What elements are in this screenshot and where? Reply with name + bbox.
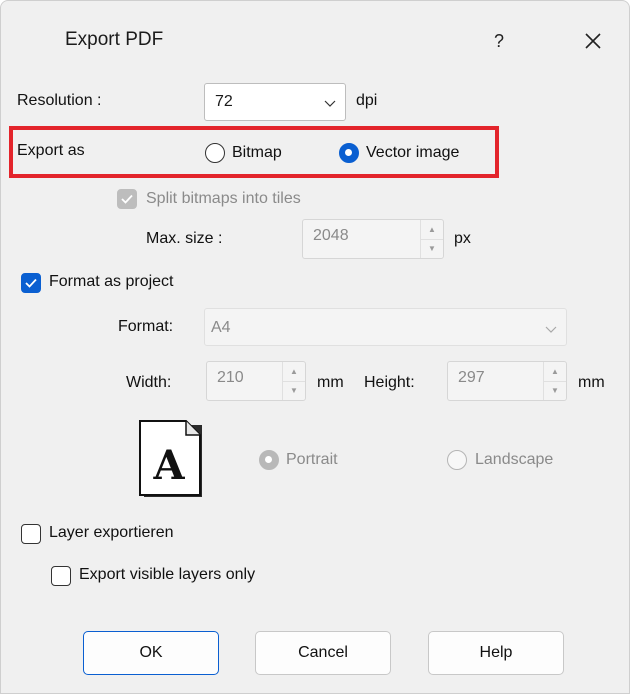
bitmap-radio-label[interactable]: Bitmap: [232, 144, 282, 162]
export-pdf-dialog: Export PDF ? Resolution : 72 dpi Export …: [0, 0, 630, 694]
layer-export-label[interactable]: Layer exportieren: [49, 524, 174, 542]
spin-up-icon[interactable]: ▲: [421, 220, 443, 240]
max-size-spinbox[interactable]: 2048 ▲ ▼: [302, 219, 444, 259]
max-size-unit: px: [454, 230, 471, 247]
format-as-project-label[interactable]: Format as project: [49, 273, 173, 291]
portrait-radio[interactable]: [259, 450, 279, 470]
export-as-label: Export as: [17, 142, 85, 159]
resolution-value: 72: [215, 93, 233, 110]
format-as-project-checkbox[interactable]: [21, 273, 41, 293]
resolution-label: Resolution :: [17, 92, 102, 109]
format-label: Format:: [118, 318, 174, 335]
help-button[interactable]: Help: [428, 631, 564, 675]
spin-down-icon[interactable]: ▼: [421, 239, 443, 258]
height-value: 297: [458, 369, 485, 386]
split-tiles-label: Split bitmaps into tiles: [146, 190, 301, 207]
resolution-dropdown[interactable]: 72: [204, 83, 346, 121]
vector-image-radio-label[interactable]: Vector image: [366, 144, 459, 162]
landscape-radio[interactable]: [447, 450, 467, 470]
ok-button[interactable]: OK: [83, 631, 219, 675]
cancel-button[interactable]: Cancel: [255, 631, 391, 675]
layer-export-checkbox[interactable]: [21, 524, 41, 544]
chevron-down-icon: [544, 322, 558, 341]
width-value: 210: [217, 369, 244, 386]
format-dropdown[interactable]: A4: [204, 308, 567, 346]
vector-image-radio[interactable]: [339, 143, 359, 163]
visible-layers-label[interactable]: Export visible layers only: [79, 566, 255, 584]
help-icon[interactable]: ?: [479, 21, 519, 61]
width-label: Width:: [126, 374, 172, 391]
width-unit: mm: [317, 374, 344, 391]
height-unit: mm: [578, 374, 605, 391]
max-size-label: Max. size :: [146, 230, 223, 247]
height-spinbox[interactable]: 297 ▲ ▼: [447, 361, 567, 401]
dialog-title: Export PDF: [65, 29, 164, 50]
split-tiles-checkbox[interactable]: [117, 189, 137, 209]
max-size-value: 2048: [313, 227, 349, 244]
spin-up-icon[interactable]: ▲: [544, 362, 566, 382]
title-bar: Export PDF ?: [1, 1, 629, 83]
width-spinbox[interactable]: 210 ▲ ▼: [206, 361, 306, 401]
visible-layers-checkbox[interactable]: [51, 566, 71, 586]
landscape-radio-label: Landscape: [475, 451, 554, 468]
spin-down-icon[interactable]: ▼: [283, 381, 305, 400]
page-portrait-icon: A: [138, 419, 204, 499]
height-label: Height:: [364, 374, 415, 391]
check-icon: [121, 194, 133, 204]
close-icon[interactable]: [573, 21, 613, 61]
chevron-down-icon: [323, 96, 337, 110]
portrait-radio-label: Portrait: [286, 451, 338, 468]
resolution-unit: dpi: [356, 92, 378, 109]
spin-down-icon[interactable]: ▼: [544, 381, 566, 400]
check-icon: [25, 278, 37, 288]
format-value: A4: [211, 319, 231, 336]
bitmap-radio[interactable]: [205, 143, 225, 163]
page-glyph: A: [152, 442, 185, 489]
spin-up-icon[interactable]: ▲: [283, 362, 305, 382]
